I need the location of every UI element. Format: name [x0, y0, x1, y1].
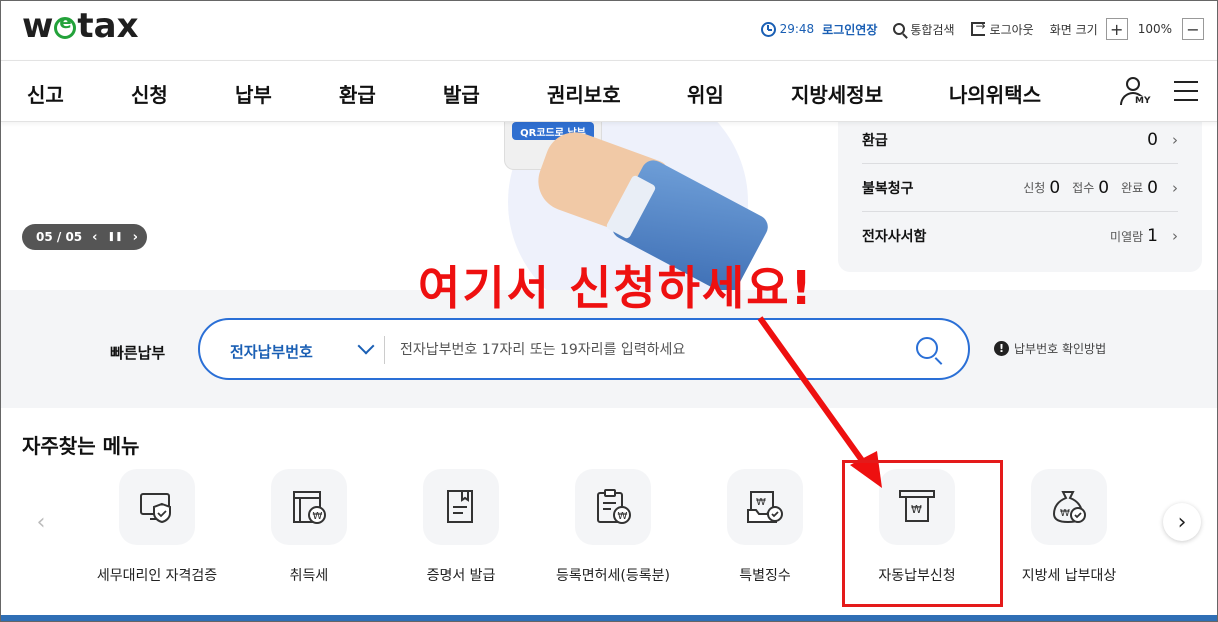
- annotation-arrow: [757, 316, 882, 488]
- annotation-highlight-box: [842, 460, 1003, 607]
